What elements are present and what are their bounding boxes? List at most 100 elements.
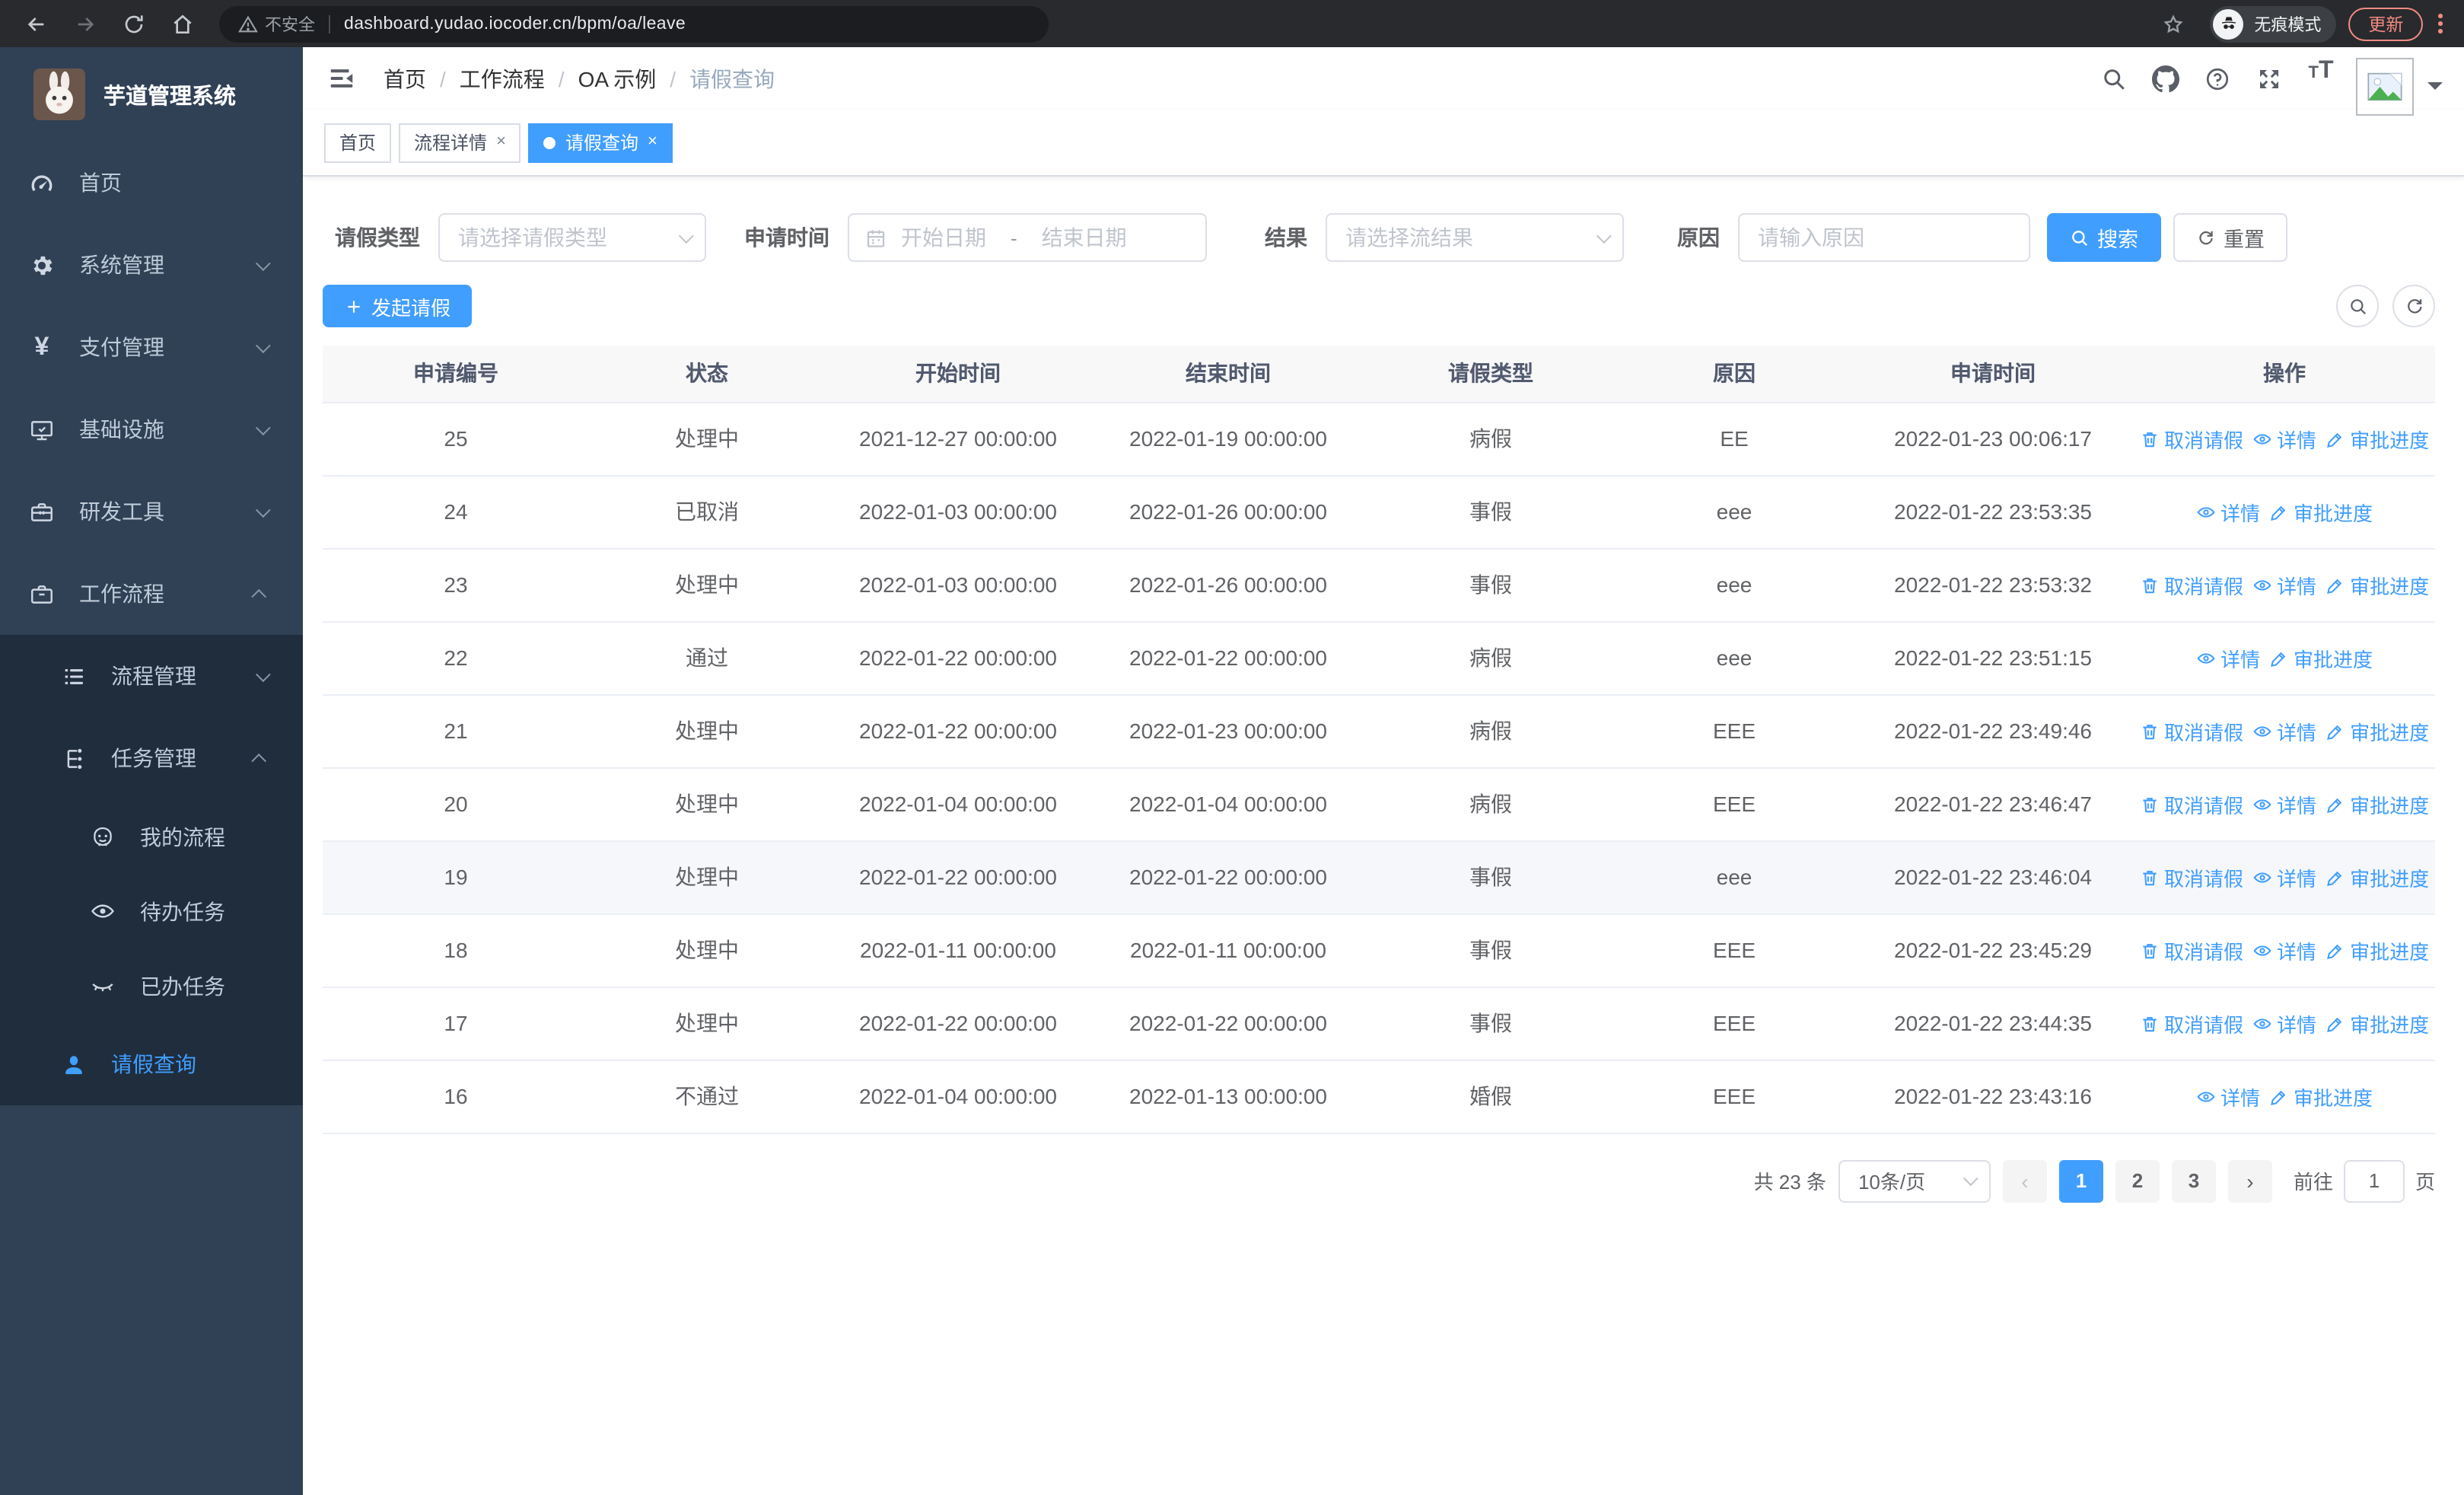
apply-time-range-picker[interactable]: 开始日期 - 结束日期 [848,213,1207,262]
cell-end: 2022-01-11 00:00:00 [1091,913,1365,987]
reason-input[interactable] [1738,213,2030,262]
page-size-select[interactable]: 10条/页 [1838,1159,1991,1202]
sidebar-item-leave-query[interactable]: 请假查询 [0,1023,303,1105]
action-progress-link[interactable]: 审批进度 [2269,497,2373,526]
breadcrumb-item: 请假查询 [689,66,775,91]
close-icon[interactable]: × [496,133,506,151]
table-row: 25 处理中 2021-12-27 00:00:00 2022-01-19 00:00… [323,402,2435,476]
breadcrumb-item[interactable]: OA 示例 [578,63,657,94]
action-detail-link[interactable]: 详情 [2252,789,2316,818]
action-progress-link[interactable]: 审批进度 [2326,789,2429,818]
collapse-sidebar-icon[interactable] [327,64,356,93]
refresh-table-button[interactable] [2392,285,2435,327]
sidebar-item-payment[interactable]: ¥ 支付管理 [0,306,303,388]
refresh-icon [2199,230,2213,244]
tab-流程详情[interactable]: 流程详情 × [399,123,521,162]
action-cancel-link[interactable]: 取消请假 [2140,570,2243,599]
avatar[interactable] [2356,57,2414,115]
action-cancel-link[interactable]: 取消请假 [2140,789,2243,818]
search-button[interactable]: 搜索 [2047,213,2161,262]
action-detail-link[interactable]: 详情 [2252,424,2316,453]
sidebar-item-process-mgmt[interactable]: 流程管理 [0,635,303,717]
action-cancel-link[interactable]: 取消请假 [2140,862,2243,891]
action-label: 详情 [2277,429,2317,451]
action-progress-link[interactable]: 审批进度 [2326,570,2429,599]
sidebar-item-infra[interactable]: 基础设施 [0,388,303,470]
breadcrumb-item[interactable]: 首页 [384,63,426,94]
tab-首页[interactable]: 首页 [324,123,392,162]
sidebar-item-label: 工作流程 [79,582,164,606]
prev-page-button[interactable]: ‹ [2002,1159,2047,1202]
action-detail-link[interactable]: 详情 [2252,570,2316,599]
browser-back-icon[interactable] [23,10,50,37]
sidebar-item-todo-task[interactable]: 待办任务 [0,874,303,948]
bookmark-star-icon[interactable] [2160,10,2187,37]
sidebar-item-label: 基础设施 [79,417,164,441]
edit-icon [2269,502,2294,521]
avatar-caret-icon[interactable] [2427,81,2443,97]
action-detail-link[interactable]: 详情 [2252,1009,2316,1038]
header-search-icon[interactable] [2088,57,2140,100]
address-bar[interactable]: 不安全 dashboard.yudao.iocoder.cn/bpm/oa/le… [219,5,1049,42]
update-button[interactable]: 更新 [2348,7,2424,40]
action-progress-link[interactable]: 审批进度 [2326,424,2429,453]
action-progress-link[interactable]: 审批进度 [2326,936,2429,964]
action-progress-link[interactable]: 审批进度 [2326,862,2429,891]
sidebar-item-label: 首页 [79,171,122,195]
action-progress-link[interactable]: 审批进度 [2326,1009,2429,1038]
browser-home-icon[interactable] [169,10,196,37]
close-icon[interactable]: × [648,133,657,151]
browser-reload-icon[interactable] [120,10,148,37]
result-select[interactable]: 请选择流结果 [1326,213,1624,262]
font-size-icon[interactable]: TT [2295,57,2347,100]
next-page-button[interactable]: › [2227,1159,2272,1202]
reset-button[interactable]: 重置 [2173,213,2287,262]
cell-status: 处理中 [589,402,825,476]
action-progress-link[interactable]: 审批进度 [2269,643,2373,672]
sidebar-item-system[interactable]: 系统管理 [0,224,303,306]
table-row: 24 已取消 2022-01-03 00:00:00 2022-01-26 00:00… [323,475,2435,549]
action-cancel-link[interactable]: 取消请假 [2140,424,2243,453]
action-detail-link[interactable]: 详情 [2196,497,2260,526]
action-detail-link[interactable]: 详情 [2252,936,2316,964]
sidebar-item-home[interactable]: 首页 [0,142,303,224]
sidebar-item-done-task[interactable]: 已办任务 [0,948,303,1023]
toggle-search-button[interactable] [2336,285,2379,327]
help-icon[interactable] [2192,57,2243,100]
action-detail-link[interactable]: 详情 [2252,862,2316,891]
tab-请假查询[interactable]: 请假查询 × [528,123,673,162]
github-icon[interactable] [2140,57,2192,100]
breadcrumb-item[interactable]: 工作流程 [460,63,545,94]
page-button-3[interactable]: 3 [2171,1159,2216,1202]
cell-start: 2022-01-03 00:00:00 [825,548,1091,622]
page-button-2[interactable]: 2 [2115,1159,2160,1202]
toolbox-icon [29,499,55,524]
action-progress-link[interactable]: 审批进度 [2326,716,2429,745]
cell-type: 病假 [1365,767,1616,841]
page-button-1[interactable]: 1 [2058,1159,2103,1202]
browser-forward-icon[interactable] [72,10,99,37]
leave-type-select[interactable]: 请选择请假类型 [438,213,706,262]
action-detail-link[interactable]: 详情 [2196,1082,2260,1111]
action-cancel-link[interactable]: 取消请假 [2140,1009,2243,1038]
sidebar-item-task-mgmt[interactable]: 任务管理 [0,717,303,799]
sidebar-item-workflow[interactable]: 工作流程 [0,553,303,635]
action-cancel-link[interactable]: 取消请假 [2140,936,2243,964]
browser-menu-icon[interactable] [2438,13,2443,34]
create-leave-button[interactable]: 发起请假 [323,285,473,327]
action-label: 取消请假 [2164,721,2244,744]
action-cancel-link[interactable]: 取消请假 [2140,716,2243,745]
cell-reason: EEE [1616,987,1852,1060]
goto-label: 前往 [2293,1171,2333,1194]
fullscreen-icon[interactable] [2243,57,2295,100]
action-detail-link[interactable]: 详情 [2196,643,2260,672]
sidebar-item-devtools[interactable]: 研发工具 [0,470,303,553]
trash-icon [2140,429,2164,448]
tags-view-bar: 首页 流程详情 × 请假查询 × [303,110,2464,177]
goto-page-input[interactable] [2343,1159,2405,1202]
action-detail-link[interactable]: 详情 [2252,716,2316,745]
edit-icon [2326,940,2350,960]
cell-start: 2022-01-22 00:00:00 [825,621,1091,695]
sidebar-item-my-process[interactable]: 我的流程 [0,799,303,874]
action-progress-link[interactable]: 审批进度 [2269,1082,2373,1111]
